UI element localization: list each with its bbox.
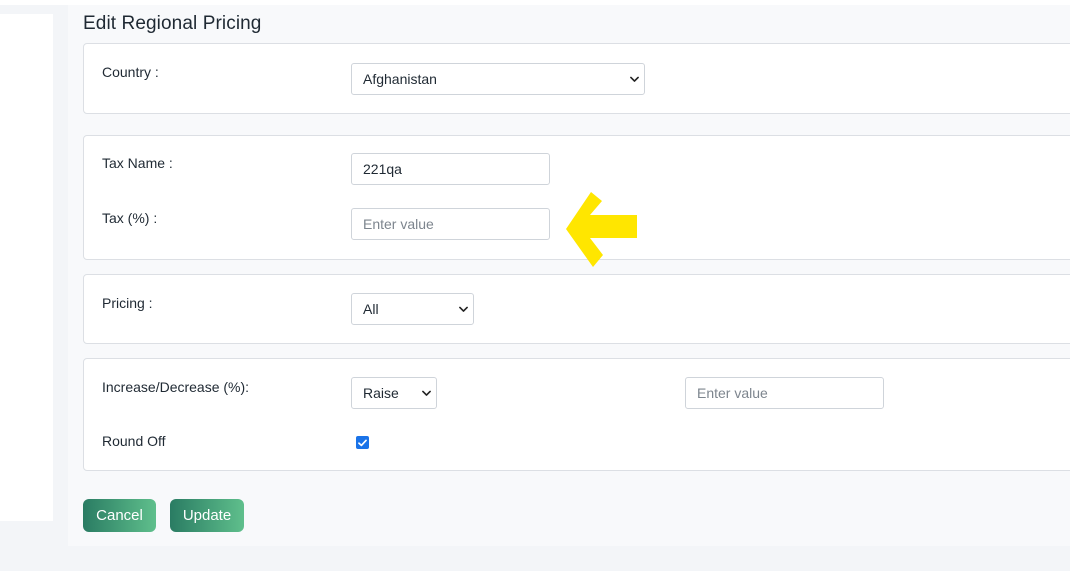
arrow-left-icon xyxy=(566,192,637,267)
check-icon xyxy=(358,439,367,446)
left-panel xyxy=(0,14,53,521)
country-section: Country : Afghanistan xyxy=(83,43,1070,114)
chevron-down-icon xyxy=(459,306,468,312)
adjustment-label: Increase/Decrease (%): xyxy=(102,379,250,395)
country-label: Country : xyxy=(102,64,159,80)
round-off-checkbox[interactable] xyxy=(356,436,369,449)
update-button[interactable]: Update xyxy=(170,499,244,532)
pricing-select-value: All xyxy=(363,301,379,317)
tax-percent-label: Tax (%) : xyxy=(102,210,158,226)
cancel-button[interactable]: Cancel xyxy=(83,499,156,532)
page-title: Edit Regional Pricing xyxy=(83,13,262,34)
country-select-value: Afghanistan xyxy=(363,71,437,87)
adjustment-section: Increase/Decrease (%): Raise Enter value… xyxy=(83,358,1070,471)
chevron-down-icon xyxy=(422,390,431,396)
tax-name-input[interactable]: 221qa xyxy=(351,153,550,185)
country-select[interactable]: Afghanistan xyxy=(351,63,645,95)
tax-percent-input[interactable]: Enter value xyxy=(351,208,550,240)
adjustment-mode-value: Raise xyxy=(363,385,399,401)
tax-name-value: 221qa xyxy=(363,161,402,177)
chevron-down-icon xyxy=(630,76,639,82)
pricing-section: Pricing : All xyxy=(83,274,1070,344)
pricing-label: Pricing : xyxy=(102,295,153,311)
tax-percent-placeholder: Enter value xyxy=(363,216,434,232)
round-off-label: Round Off xyxy=(102,433,166,449)
pricing-select[interactable]: All xyxy=(351,293,474,325)
adjustment-value-placeholder: Enter value xyxy=(697,385,768,401)
tax-name-label: Tax Name : xyxy=(102,155,173,171)
adjustment-mode-select[interactable]: Raise xyxy=(351,377,437,409)
adjustment-value-input[interactable]: Enter value xyxy=(685,377,884,409)
